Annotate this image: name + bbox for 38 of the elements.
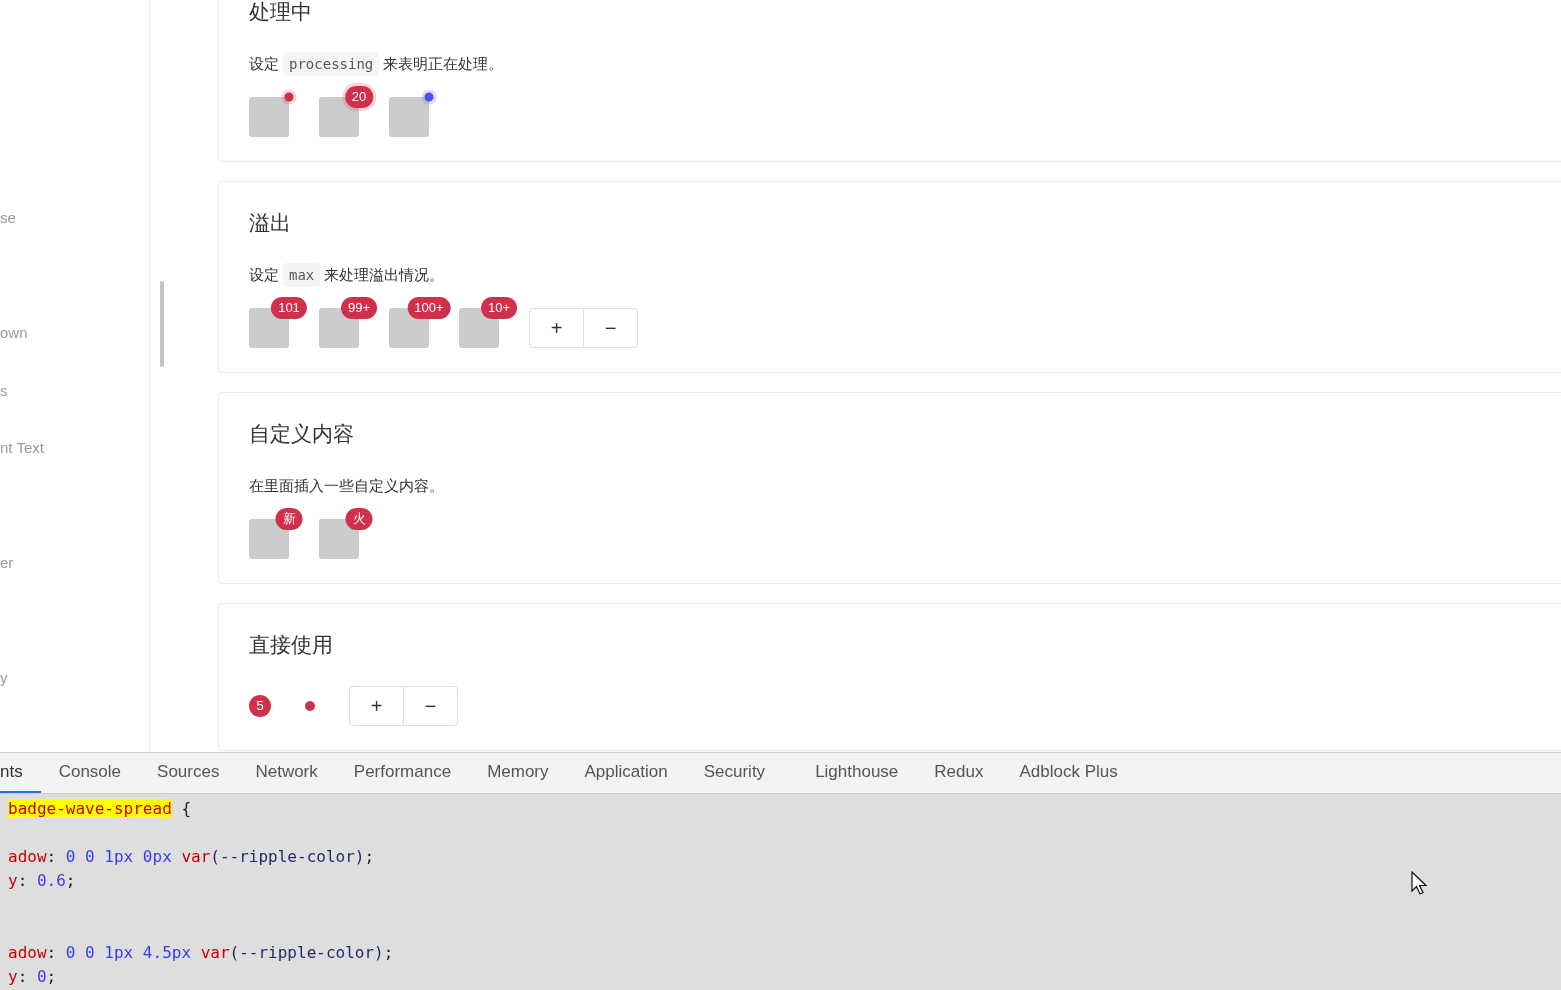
devtools-tab[interactable]: Adblock Plus bbox=[1001, 753, 1136, 793]
section-title: 自定义内容 bbox=[249, 421, 355, 447]
stepper-button[interactable]: + bbox=[529, 308, 584, 348]
stepper-button[interactable]: − bbox=[403, 686, 458, 726]
count-badge: 5 bbox=[249, 695, 271, 717]
count-badge: 101 bbox=[271, 297, 307, 319]
count-badge: 100+ bbox=[407, 297, 451, 319]
count-badge: 10+ bbox=[480, 297, 518, 319]
section-title: 处理中 bbox=[249, 0, 313, 25]
devtools-tab[interactable]: Security bbox=[685, 753, 784, 793]
devtools-tab[interactable]: Redux bbox=[916, 753, 1002, 793]
code-line: badge-wave-spread { bbox=[7, 798, 192, 820]
section-description: 在里面插入一些自定义内容。 bbox=[249, 476, 445, 496]
devtools-tab[interactable]: Console bbox=[40, 753, 140, 793]
devtools-tab[interactable]: Network bbox=[237, 753, 336, 793]
stepper-button[interactable]: − bbox=[583, 308, 638, 348]
section-description: 设定 processing 来表明正在处理。 bbox=[249, 52, 1561, 76]
devtools-tab[interactable]: Performance bbox=[335, 753, 470, 793]
mouse-cursor-icon bbox=[1411, 871, 1428, 896]
section-title: 溢出 bbox=[249, 210, 292, 236]
count-badge: 99+ bbox=[340, 297, 378, 319]
code-line: adow: 0 0 1px 4.5px var(--ripple-color); bbox=[7, 942, 394, 964]
avatar-placeholder bbox=[249, 97, 289, 137]
code-line: y: 0.6; bbox=[7, 870, 76, 892]
count-badge: 新 bbox=[275, 508, 303, 530]
devtools-tab[interactable]: Memory bbox=[469, 753, 567, 793]
section-title: 直接使用 bbox=[249, 632, 334, 658]
devtools-tab[interactable]: Lighthouse bbox=[797, 753, 917, 793]
devtools-tab[interactable]: Application bbox=[566, 753, 686, 793]
section-description: 设定 max 来处理溢出情况。 bbox=[249, 263, 1561, 287]
code-line: y: 0; bbox=[7, 966, 57, 988]
devtools-tab[interactable]: Sources bbox=[139, 753, 238, 793]
stepper-button[interactable]: + bbox=[349, 686, 404, 726]
avatar-placeholder bbox=[389, 97, 429, 137]
scrollbar-thumb[interactable] bbox=[160, 281, 164, 367]
code-line: adow: 0 0 1px 0px var(--ripple-color); bbox=[7, 846, 375, 868]
count-badge: 火 bbox=[345, 508, 373, 530]
count-badge: 20 bbox=[344, 86, 374, 108]
